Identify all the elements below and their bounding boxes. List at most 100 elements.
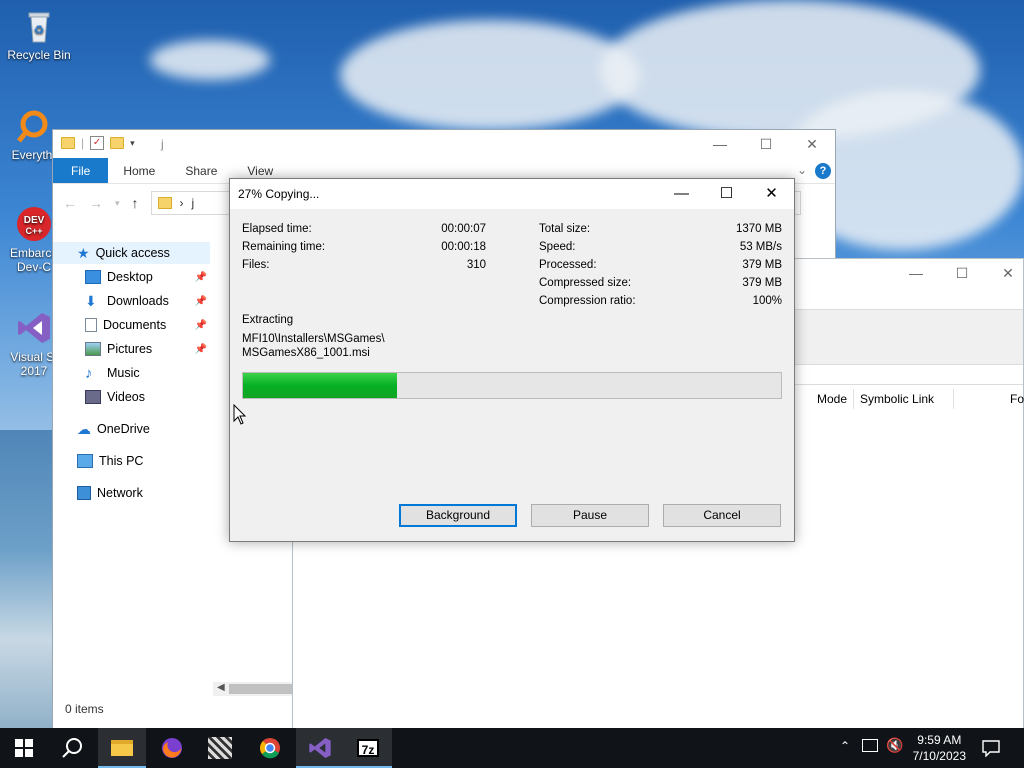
up-icon[interactable]: ↑ <box>132 195 139 211</box>
pause-button[interactable]: Pause <box>531 504 649 527</box>
speed-label: Speed: <box>539 241 576 253</box>
nav-label: Videos <box>107 390 145 404</box>
explorer-titlebar[interactable]: | ✓ ▾ j — ☐ ✕ <box>53 130 835 158</box>
files-value: 310 <box>466 259 486 271</box>
new-folder-icon[interactable] <box>110 137 125 149</box>
compression-ratio-label: Compression ratio: <box>539 295 636 307</box>
elapsed-time-label: Elapsed time: <box>242 223 312 235</box>
compressed-size-value: 379 MB <box>742 277 782 289</box>
search-button[interactable] <box>48 728 96 768</box>
pictures-icon <box>85 342 101 356</box>
scroll-left-icon[interactable]: ◀ <box>217 682 225 693</box>
taskbar-chrome[interactable] <box>246 728 294 768</box>
help-icon[interactable]: ? <box>815 163 831 179</box>
desktop-icon-recycle-bin[interactable]: ♻ Recycle Bin <box>1 8 77 62</box>
close-button[interactable]: ✕ <box>789 130 835 158</box>
operation-label: Extracting <box>242 314 294 326</box>
nav-desktop[interactable]: Desktop 📌 <box>85 266 207 288</box>
visual-studio-icon <box>18 313 50 343</box>
column-header-folders[interactable]: Fo <box>1010 389 1024 409</box>
recent-dropdown-icon[interactable]: ▾ <box>115 198 120 209</box>
maximize-button[interactable]: ☐ <box>939 259 985 287</box>
forward-icon[interactable]: → <box>89 195 103 211</box>
nav-label: Pictures <box>107 342 153 356</box>
volume-muted-icon[interactable]: 🔇 <box>886 737 903 754</box>
processed-label: Processed: <box>539 259 597 271</box>
back-icon[interactable]: ← <box>63 195 77 211</box>
7zip-icon: 7z <box>357 739 379 757</box>
taskbar-visual-studio[interactable] <box>296 728 344 768</box>
tab-share[interactable]: Share <box>170 158 232 183</box>
network-status-icon[interactable] <box>862 739 878 752</box>
taskbar-7zip[interactable]: 7z <box>344 728 392 768</box>
mouse-cursor-icon <box>233 404 247 425</box>
tab-home[interactable]: Home <box>108 158 170 183</box>
pin-icon[interactable]: 📌 <box>195 320 207 331</box>
maximize-button[interactable]: ☐ <box>743 130 789 158</box>
breadcrumb-separator-icon: › <box>179 196 184 210</box>
start-button[interactable] <box>0 728 48 768</box>
visual-studio-icon <box>309 738 331 758</box>
total-size-label: Total size: <box>539 223 591 235</box>
action-center-button[interactable] <box>968 728 1014 768</box>
pin-icon[interactable]: 📌 <box>195 296 207 307</box>
pin-icon[interactable]: 📌 <box>195 344 207 355</box>
firefox-icon <box>162 738 182 758</box>
scrollbar-thumb[interactable] <box>229 684 293 694</box>
expand-ribbon-icon[interactable]: ⌄ <box>797 163 807 177</box>
dialog-titlebar[interactable]: 27% Copying... — ☐ ✕ <box>230 179 794 209</box>
taskbar-firefox[interactable] <box>148 728 196 768</box>
desktop-icon-label: Recycle Bin <box>7 48 71 62</box>
chevron-down-icon[interactable]: ▾ <box>130 138 135 149</box>
close-button[interactable]: ✕ <box>985 259 1024 287</box>
svg-text:DEV: DEV <box>24 215 45 226</box>
clock-date: 7/10/2023 <box>912 749 966 763</box>
taskbar-file-explorer[interactable] <box>98 728 146 768</box>
desktop-icon <box>85 270 101 284</box>
music-icon: ♪ <box>85 364 93 382</box>
cancel-button[interactable]: Cancel <box>663 504 781 527</box>
maximize-button[interactable]: ☐ <box>704 179 749 209</box>
nav-videos[interactable]: Videos <box>85 386 207 408</box>
taskbar-clock[interactable]: 9:59 AM 7/10/2023 <box>913 732 966 764</box>
nav-pictures[interactable]: Pictures 📌 <box>85 338 207 360</box>
nav-label: Network <box>97 486 143 500</box>
nav-quick-access[interactable]: ★ Quick access <box>53 242 210 264</box>
column-header-mode[interactable]: Mode <box>817 389 847 409</box>
nav-label: Music <box>107 366 140 380</box>
show-hidden-icons-icon[interactable]: ⌃ <box>840 739 850 753</box>
nav-documents[interactable]: Documents 📌 <box>85 314 207 336</box>
remaining-time-value: 00:00:18 <box>441 241 486 253</box>
chrome-icon <box>260 738 280 759</box>
breadcrumb[interactable]: j <box>192 196 195 210</box>
dev-cpp-icon: DEV C++ <box>17 207 51 241</box>
close-button[interactable]: ✕ <box>749 179 794 209</box>
current-file-path-line2: MSGamesX86_1001.msi <box>242 347 370 359</box>
minimize-button[interactable]: — <box>893 259 939 287</box>
minimize-button[interactable]: — <box>697 130 743 158</box>
pin-icon[interactable]: 📌 <box>195 272 207 283</box>
elapsed-time-value: 00:00:07 <box>441 223 486 235</box>
files-label: Files: <box>242 259 270 271</box>
file-explorer-icon <box>111 740 133 756</box>
cloud-icon: ☁ <box>77 420 91 437</box>
speed-value: 53 MB/s <box>739 241 782 253</box>
app-icon <box>208 737 232 759</box>
recycle-bin-icon: ♻ <box>28 12 50 43</box>
nav-label: OneDrive <box>97 422 150 436</box>
tab-file[interactable]: File <box>53 158 109 183</box>
folder-icon <box>157 197 172 209</box>
nav-label: Quick access <box>95 246 170 260</box>
copy-progress-dialog[interactable]: 27% Copying... — ☐ ✕ Elapsed time: 00:00… <box>229 178 795 542</box>
dialog-title: 27% Copying... <box>238 187 320 201</box>
progress-bar <box>242 372 782 399</box>
properties-icon[interactable]: ✓ <box>90 136 105 150</box>
minimize-button[interactable]: — <box>659 179 704 209</box>
background-button[interactable]: Background <box>399 504 517 527</box>
nav-music[interactable]: ♪ Music <box>85 362 207 384</box>
column-header-symbolic-link[interactable]: Symbolic Link <box>860 389 934 409</box>
nav-downloads[interactable]: ⬇ Downloads 📌 <box>85 290 207 312</box>
taskbar-app[interactable] <box>196 728 244 768</box>
documents-icon <box>85 318 97 332</box>
horizontal-scrollbar[interactable]: ◀ <box>213 682 293 696</box>
